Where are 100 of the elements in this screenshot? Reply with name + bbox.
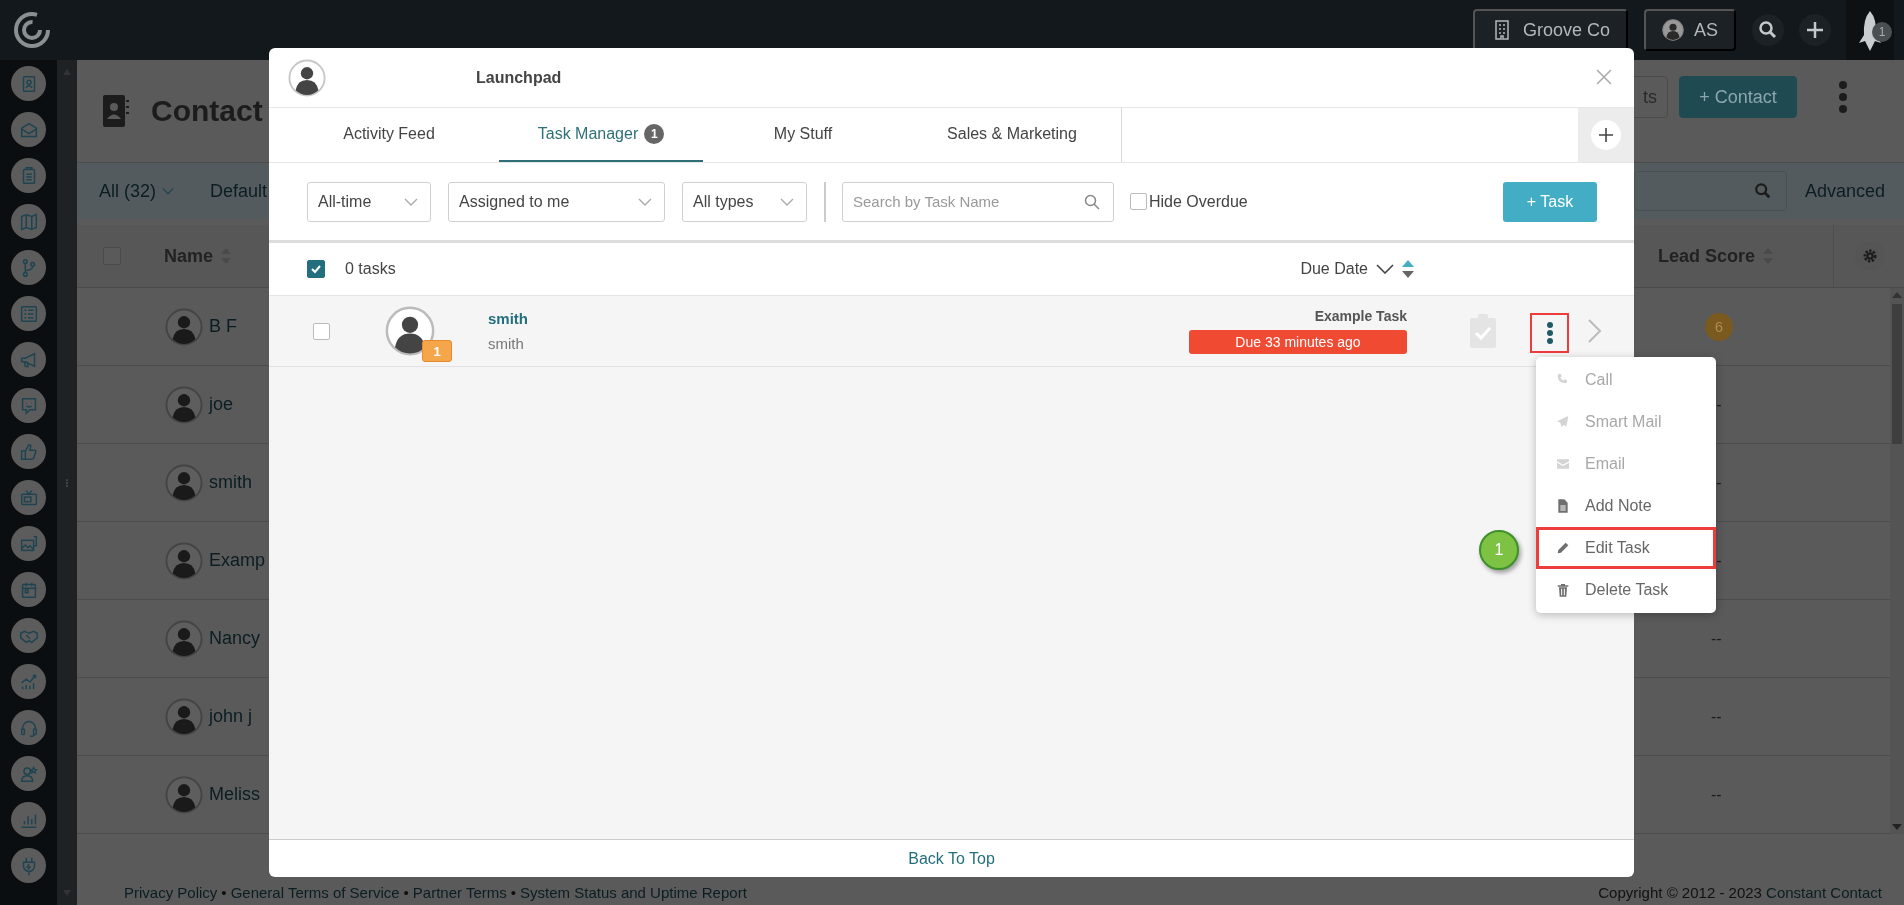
avatar-icon	[165, 463, 203, 502]
bullet: •	[221, 884, 227, 901]
task-title: Example Task	[1314, 308, 1407, 324]
view-dropdown[interactable]: Default	[210, 180, 268, 202]
sidebar-button[interactable]	[11, 572, 46, 607]
menu-item[interactable]: Edit Task	[1536, 527, 1716, 569]
close-icon	[1596, 68, 1612, 85]
add-tab-button[interactable]	[1591, 120, 1621, 150]
chevron-down-icon	[638, 197, 652, 206]
footer-link[interactable]: General Terms of Service	[230, 884, 400, 901]
contact-name[interactable]: Nancy	[209, 628, 261, 649]
sidebar-button[interactable]	[11, 342, 46, 377]
footer-link[interactable]: System Status and Uptime Report	[520, 884, 747, 901]
more-icon	[1545, 321, 1554, 345]
sidebar-button[interactable]	[11, 250, 46, 285]
bullet: •	[510, 884, 517, 901]
date-dropdown[interactable]: All-time	[307, 181, 431, 222]
avatar-icon	[165, 385, 203, 424]
scroll-down-icon[interactable]	[1892, 824, 1902, 830]
contact-name[interactable]: joe	[209, 394, 234, 415]
assignee-dropdown[interactable]: Assigned to me	[448, 181, 665, 222]
sidebar-button[interactable]	[11, 664, 46, 699]
sidebar-button[interactable]	[11, 848, 46, 883]
logo-icon[interactable]	[12, 10, 52, 50]
lead-score: --	[1711, 707, 1722, 726]
checkbox-label[interactable]: Hide Overdue	[1149, 192, 1248, 211]
avatar-icon	[385, 306, 435, 356]
trash-icon	[1555, 582, 1571, 598]
lead-score: --	[1711, 629, 1722, 648]
avatar-icon	[288, 58, 326, 97]
sidebar-button[interactable]	[11, 756, 46, 791]
sort-button[interactable]: Due Date	[1300, 260, 1414, 278]
sidebar-button[interactable]	[11, 112, 46, 147]
notification-badge: 1	[1872, 22, 1892, 42]
page-title: Contact	[151, 94, 263, 128]
sidebar-button[interactable]	[11, 66, 46, 101]
chevron-right-icon[interactable]	[1587, 318, 1603, 344]
search-field[interactable]	[1634, 171, 1787, 211]
checkbox[interactable]	[1130, 193, 1147, 210]
sidebar-button[interactable]	[11, 618, 46, 653]
add-button[interactable]	[1799, 14, 1831, 46]
checkbox[interactable]	[313, 322, 330, 340]
menu-item[interactable]: Delete Task	[1536, 569, 1716, 611]
task-count: 0 tasks	[345, 260, 396, 278]
contact-name[interactable]: B F	[209, 316, 237, 337]
search-icon	[1754, 182, 1772, 200]
account-button[interactable]: Groove Co	[1472, 9, 1628, 51]
clipboard-check-icon[interactable]	[1469, 314, 1497, 348]
tab[interactable]: My Stuff	[703, 108, 903, 162]
user-button[interactable]: AS	[1644, 9, 1736, 51]
advanced-link[interactable]: Advanced	[1805, 180, 1886, 202]
tab[interactable]: Sales & Marketing	[903, 108, 1121, 162]
company-link[interactable]: Constant Contact	[1766, 884, 1882, 901]
sidebar-button[interactable]	[11, 296, 46, 331]
chevron-down-icon	[780, 197, 794, 206]
sidebar-button[interactable]	[11, 388, 46, 423]
avatar-icon	[1662, 19, 1684, 41]
menu-item[interactable]: Add Note	[1536, 485, 1716, 527]
more-icon[interactable]	[1836, 80, 1850, 114]
sidebar-button[interactable]	[11, 526, 46, 561]
more-button[interactable]	[1530, 313, 1569, 353]
tab[interactable]: Activity Feed	[279, 108, 499, 162]
footer-link[interactable]: Partner Terms	[412, 884, 507, 901]
sidebar-button[interactable]	[11, 158, 46, 193]
scrollbar[interactable]	[1890, 288, 1904, 834]
contact-name[interactable]: john j	[209, 706, 253, 727]
chevron-down-icon	[1376, 264, 1394, 274]
pencil-icon	[1555, 540, 1571, 556]
dialog-title: Launchpad	[476, 68, 562, 87]
search-icon	[1084, 193, 1100, 210]
search-icon	[1758, 20, 1778, 40]
list-filter-dropdown[interactable]: All (32)	[99, 180, 174, 202]
chevron-down-icon	[404, 197, 418, 206]
contact-name[interactable]: Meliss	[209, 784, 260, 805]
lead-score: --	[1711, 785, 1722, 804]
contact-name[interactable]: smith	[209, 472, 252, 493]
scroll-up-icon[interactable]	[1892, 292, 1902, 298]
settings-icon	[1861, 248, 1878, 264]
count-badge: 1	[422, 340, 452, 362]
sidebar-button[interactable]	[11, 434, 46, 469]
add-task-button[interactable]: + Task	[1503, 181, 1597, 222]
tab[interactable]: Task Manager 1	[499, 108, 703, 162]
contact-subtitle: smith	[488, 335, 525, 352]
avatar-icon	[165, 697, 203, 736]
add-contact-button[interactable]: + Contact	[1679, 76, 1797, 118]
type-dropdown[interactable]: All types	[682, 181, 807, 222]
rocket-button[interactable]: 1	[1846, 0, 1894, 60]
plus-icon	[1805, 20, 1825, 40]
contact-name[interactable]: Examp	[209, 550, 266, 571]
back-to-top-link[interactable]: Back To Top	[908, 849, 995, 868]
sidebar-button[interactable]	[11, 204, 46, 239]
footer-link[interactable]: Privacy Policy	[124, 884, 218, 901]
avatar-icon	[165, 541, 203, 580]
copyright-text: Copyright © 2012 - 2023 Constant Contact	[1598, 884, 1882, 901]
contact-link[interactable]: smith	[488, 310, 528, 327]
sidebar-button[interactable]	[11, 480, 46, 515]
checkbox[interactable]	[307, 260, 325, 278]
sidebar-button[interactable]	[11, 710, 46, 745]
search-button[interactable]	[1752, 14, 1784, 46]
sidebar-button[interactable]	[11, 802, 46, 837]
